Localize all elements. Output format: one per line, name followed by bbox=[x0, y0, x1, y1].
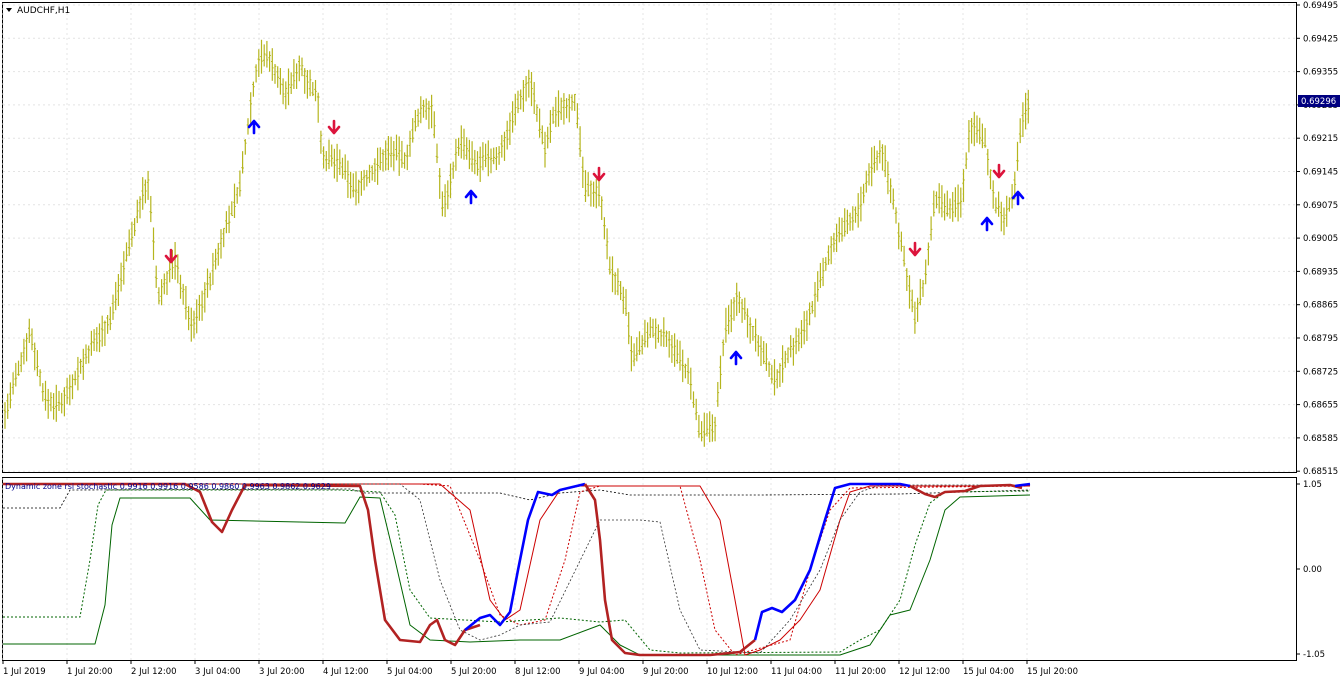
price-tick-label: 0.69005 bbox=[1303, 234, 1338, 244]
time-tick-label: 12 Jul 12:00 bbox=[899, 667, 950, 677]
time-tick-label: 15 Jul 04:00 bbox=[963, 667, 1014, 677]
price-tick-label: 0.69215 bbox=[1303, 134, 1338, 144]
time-axis: 1 Jul 2019 1 Jul 20:00 2 Jul 12:00 3 Jul 04… bbox=[2, 660, 1078, 677]
price-tick-label: 0.68515 bbox=[1303, 467, 1338, 477]
time-tick-label: 10 Jul 12:00 bbox=[707, 667, 758, 677]
time-tick-label: 9 Jul 20:00 bbox=[643, 667, 689, 677]
indicator-tick-label: 1.05 bbox=[1303, 480, 1322, 490]
time-tick-label: 5 Jul 20:00 bbox=[451, 667, 497, 677]
indicator-label: Dynamic zone rsi stochastic 0.9916 0.991… bbox=[5, 482, 331, 491]
price-tick-label: 0.68935 bbox=[1303, 267, 1338, 277]
time-tick-label: 5 Jul 04:00 bbox=[387, 667, 433, 677]
main-chart-frame[interactable] bbox=[2, 2, 1297, 473]
time-tick-label: 8 Jul 12:00 bbox=[515, 667, 561, 677]
time-tick-label: 11 Jul 20:00 bbox=[835, 667, 886, 677]
current-price-label: 0.69296 bbox=[1301, 97, 1336, 107]
price-tick-label: 0.69425 bbox=[1303, 34, 1338, 44]
price-tick-label: 0.69145 bbox=[1303, 168, 1338, 178]
indicator-tick-label: 0.00 bbox=[1303, 565, 1322, 575]
price-tick-label: 0.68865 bbox=[1303, 301, 1338, 311]
time-tick-label: 3 Jul 20:00 bbox=[259, 667, 305, 677]
price-tick-label: 0.69495 bbox=[1303, 1, 1338, 11]
chart-title: AUDCHF,H1 bbox=[17, 6, 70, 16]
time-tick-label: 9 Jul 04:00 bbox=[579, 667, 625, 677]
time-tick-label: 2 Jul 12:00 bbox=[131, 667, 177, 677]
time-tick-label: 1 Jul 2019 bbox=[3, 667, 46, 677]
price-tick-label: 0.68795 bbox=[1303, 334, 1338, 344]
time-tick-label: 4 Jul 12:00 bbox=[323, 667, 369, 677]
indicator-tick-label: -1.05 bbox=[1303, 650, 1325, 660]
time-tick-label: 15 Jul 20:00 bbox=[1027, 667, 1078, 677]
chart-window[interactable]: 0.694950.694250.693550.692850.692150.691… bbox=[0, 0, 1344, 682]
price-tick-label: 0.69075 bbox=[1303, 201, 1338, 211]
time-tick-label: 11 Jul 04:00 bbox=[771, 667, 822, 677]
price-axis: 0.694950.694250.693550.692850.692150.691… bbox=[1296, 1, 1338, 477]
time-tick-label: 1 Jul 20:00 bbox=[67, 667, 113, 677]
price-tick-label: 0.68725 bbox=[1303, 367, 1338, 377]
chart-canvas[interactable]: 0.694950.694250.693550.692850.692150.691… bbox=[0, 0, 1344, 682]
price-tick-label: 0.69355 bbox=[1303, 68, 1338, 78]
indicator-axis: 1.05 0.00 -1.05 bbox=[1296, 480, 1325, 660]
price-tick-label: 0.68655 bbox=[1303, 401, 1338, 411]
price-tick-label: 0.68585 bbox=[1303, 434, 1338, 444]
time-tick-label: 3 Jul 04:00 bbox=[195, 667, 241, 677]
